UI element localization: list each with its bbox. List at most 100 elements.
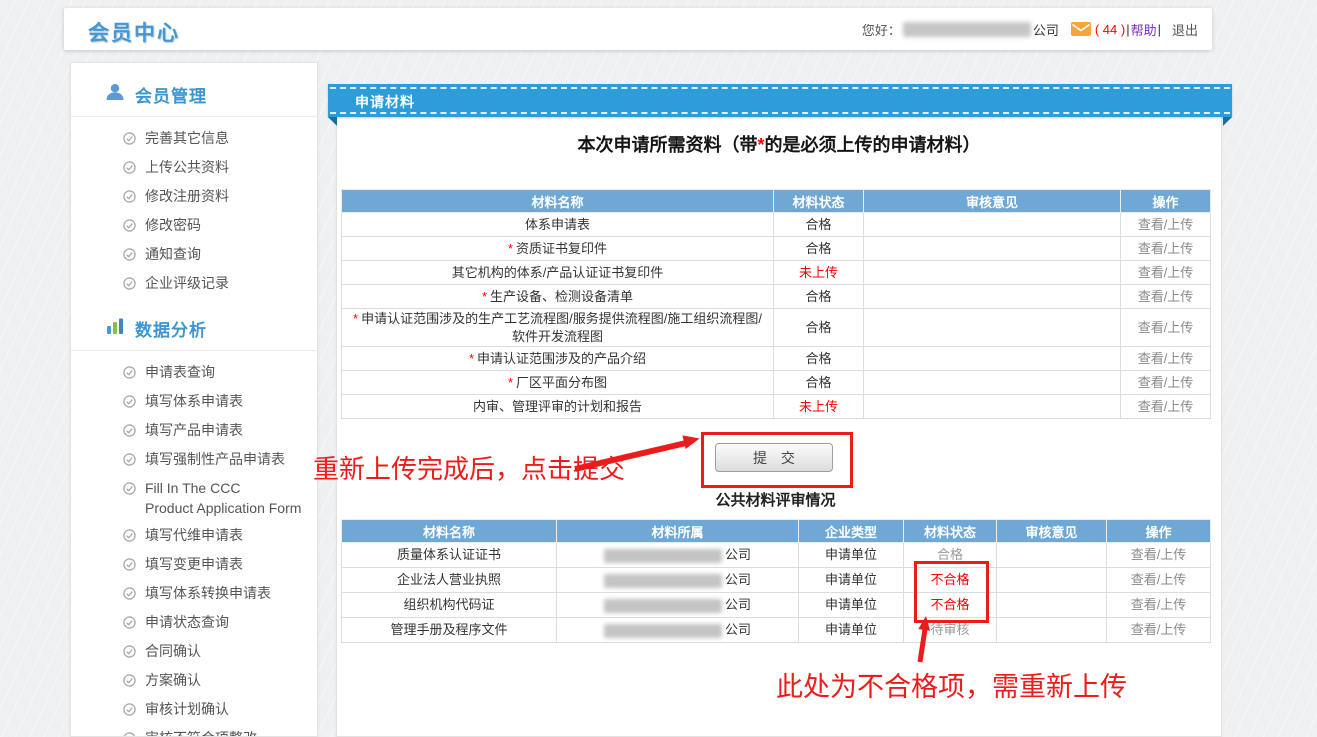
check-circle-icon xyxy=(123,703,136,719)
status-cell: 未上传 xyxy=(774,395,864,419)
action-cell: 查看/上传 xyxy=(1121,371,1211,395)
sidebar-item[interactable]: 申请状态查询 xyxy=(71,609,317,638)
material-name-cell: *申请认证范围涉及的产品介绍 xyxy=(342,347,774,371)
sidebar-item-label: 审核计划确认 xyxy=(145,702,229,717)
required-star: * xyxy=(353,311,358,326)
view-upload-link[interactable]: 查看/上传 xyxy=(1131,572,1187,587)
action-cell: 查看/上传 xyxy=(1107,543,1211,568)
sidebar-item[interactable]: 填写变更申请表 xyxy=(71,551,317,580)
ribbon-fold-right xyxy=(1223,117,1232,126)
review-cell xyxy=(864,395,1121,419)
annotation-submit: 重新上传完成后，点击提交 xyxy=(313,449,625,486)
sidebar-item-label: 企业评级记录 xyxy=(145,276,229,291)
sidebar-item-label: 方案确认 xyxy=(145,673,201,688)
material-name-cell: 企业法人营业执照 xyxy=(342,568,557,593)
check-circle-icon xyxy=(123,482,136,498)
check-circle-icon xyxy=(123,366,136,382)
check-circle-icon xyxy=(123,277,136,293)
sidebar-item-label: 申请表查询 xyxy=(145,365,215,380)
column-header: 材料状态 xyxy=(774,190,864,213)
sidebar-item[interactable]: 修改注册资料 xyxy=(71,183,317,212)
sidebar-item[interactable]: 填写强制性产品申请表 xyxy=(71,446,317,475)
separator: | xyxy=(1158,22,1161,37)
top-header: 会员中心 您好： 公司 ( 44 ) | 帮助 | 退出 xyxy=(64,8,1212,50)
material-name-cell: 内审、管理评审的计划和报告 xyxy=(342,395,774,419)
sidebar-menu: 申请表查询填写体系申请表填写产品申请表填写强制性产品申请表 Fill In The… xyxy=(71,359,317,737)
member-icon xyxy=(105,83,125,106)
sidebar-item-label: Fill In The CCCProduct Application Form xyxy=(145,481,301,516)
sidebar-item[interactable]: 填写代维申请表 xyxy=(71,522,317,551)
public-materials-table: 材料名称材料所属企业类型材料状态审核意见操作质量体系认证证书公司申请单位合格查看… xyxy=(341,519,1211,643)
sidebar-item[interactable]: 通知查询 xyxy=(71,241,317,270)
sidebar-item-label: 申请状态查询 xyxy=(145,615,229,630)
sidebar-item[interactable]: 完善其它信息 xyxy=(71,125,317,154)
status-cell: 不合格 xyxy=(904,593,997,618)
app-logo[interactable]: 会员中心 xyxy=(88,17,180,47)
view-upload-link[interactable]: 查看/上传 xyxy=(1138,351,1194,366)
company-suffix: 公司 xyxy=(1033,20,1059,39)
view-upload-link[interactable]: 查看/上传 xyxy=(1138,289,1194,304)
greeting-prefix: 您好： xyxy=(862,20,901,39)
review-cell xyxy=(864,347,1121,371)
sidebar-item[interactable]: 填写体系申请表 xyxy=(71,388,317,417)
table-row: 其它机构的体系/产品认证证书复印件未上传 查看/上传 xyxy=(342,261,1211,285)
view-upload-link[interactable]: 查看/上传 xyxy=(1138,217,1194,232)
check-circle-icon xyxy=(123,645,136,661)
material-name-cell: 其它机构的体系/产品认证证书复印件 xyxy=(342,261,774,285)
material-owner-cell: 公司 xyxy=(557,543,799,568)
user-area: 您好： 公司 ( 44 ) | 帮助 | 退出 xyxy=(862,8,1198,50)
view-upload-link[interactable]: 查看/上传 xyxy=(1138,375,1194,390)
owner-name-redacted xyxy=(604,549,722,563)
status-cell: 未上传 xyxy=(774,261,864,285)
material-name-cell: *申请认证范围涉及的生产工艺流程图/服务提供流程图/施工组织流程图/软件开发流程… xyxy=(342,309,774,347)
materials-table: 材料名称材料状态审核意见操作体系申请表合格查看/上传*资质证书复印件合格查看/上… xyxy=(341,189,1211,419)
help-link[interactable]: 帮助 xyxy=(1131,20,1157,39)
sidebar-item[interactable]: 申请表查询 xyxy=(71,359,317,388)
view-upload-link[interactable]: 查看/上传 xyxy=(1131,547,1187,562)
check-circle-icon xyxy=(123,424,136,440)
review-cell xyxy=(864,261,1121,285)
status-cell: 合格 xyxy=(774,285,864,309)
material-name-cell: *资质证书复印件 xyxy=(342,237,774,261)
sidebar-item[interactable]: 上传公共资料 xyxy=(71,154,317,183)
review-cell xyxy=(864,371,1121,395)
review-cell xyxy=(997,568,1107,593)
view-upload-link[interactable]: 查看/上传 xyxy=(1131,622,1187,637)
column-header: 审核意见 xyxy=(997,520,1107,543)
sidebar-item-label: 修改注册资料 xyxy=(145,189,229,204)
sidebar-item[interactable]: 填写体系转换申请表 xyxy=(71,580,317,609)
sidebar-item[interactable]: 修改密码 xyxy=(71,212,317,241)
view-upload-link[interactable]: 查看/上传 xyxy=(1138,320,1194,335)
view-upload-link[interactable]: 查看/上传 xyxy=(1138,241,1194,256)
view-upload-link[interactable]: 查看/上传 xyxy=(1131,597,1187,612)
required-star: * xyxy=(469,351,474,366)
sidebar-item[interactable]: 填写产品申请表 xyxy=(71,417,317,446)
sidebar-item-label: 通知查询 xyxy=(145,247,201,262)
envelope-icon[interactable] xyxy=(1071,22,1091,36)
owner-name-redacted xyxy=(604,624,722,638)
view-upload-link[interactable]: 查看/上传 xyxy=(1138,265,1194,280)
sidebar-item[interactable]: 审核计划确认 xyxy=(71,696,317,725)
required-star: * xyxy=(508,375,513,390)
logout-link[interactable]: 退出 xyxy=(1172,20,1198,39)
status-cell: 合格 xyxy=(774,347,864,371)
banner-dashed-border xyxy=(330,87,1230,114)
column-header: 材料名称 xyxy=(342,190,774,213)
company-name-redacted xyxy=(903,22,1031,37)
sidebar-item[interactable]: 企业评级记录 xyxy=(71,270,317,299)
sidebar-item[interactable]: 审核不符合项整改 xyxy=(71,725,317,737)
sidebar-item[interactable]: Fill In The CCCProduct Application Form xyxy=(71,475,317,522)
sidebar-item[interactable]: 方案确认 xyxy=(71,667,317,696)
view-upload-link[interactable]: 查看/上传 xyxy=(1138,399,1194,414)
table-row: 内审、管理评审的计划和报告未上传 查看/上传 xyxy=(342,395,1211,419)
mail-count-badge[interactable]: ( 44 ) xyxy=(1095,22,1125,37)
notice-prefix: 本次申请所需资料（带 xyxy=(577,135,757,155)
separator: | xyxy=(1126,22,1129,37)
sidebar-item-label: 填写体系转换申请表 xyxy=(145,586,271,601)
sidebar-item-label: 完善其它信息 xyxy=(145,131,229,146)
column-header: 操作 xyxy=(1107,520,1211,543)
required-star: * xyxy=(482,289,487,304)
check-circle-icon xyxy=(123,248,136,264)
sidebar-item[interactable]: 合同确认 xyxy=(71,638,317,667)
submit-button[interactable]: 提 交 xyxy=(715,443,833,472)
